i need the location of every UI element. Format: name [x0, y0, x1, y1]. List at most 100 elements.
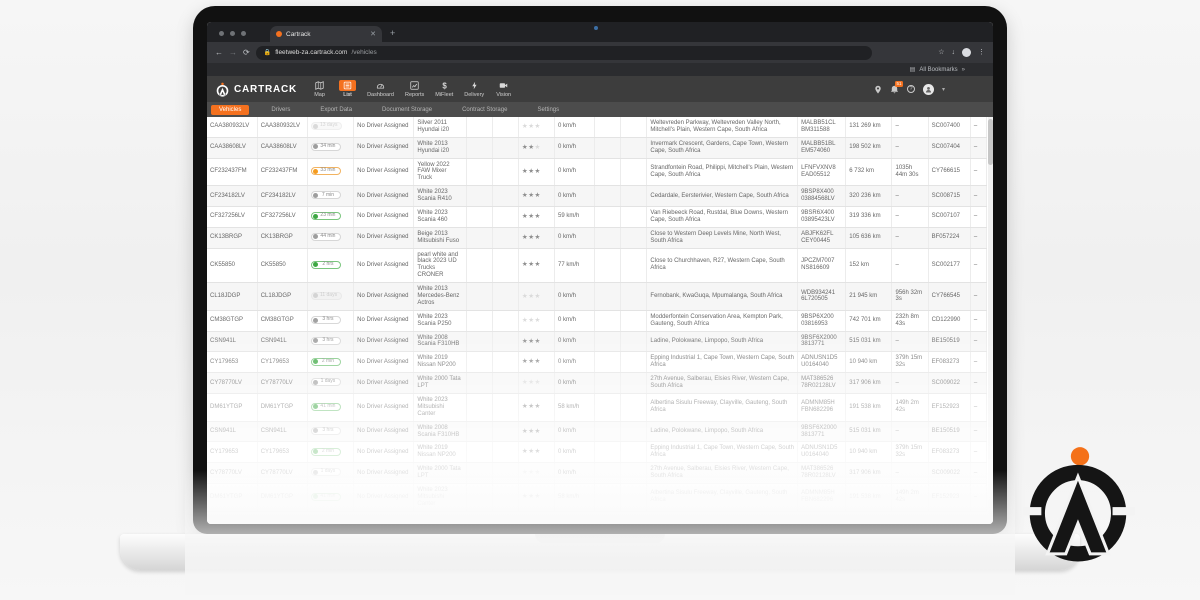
nav-item-map[interactable]: Map	[311, 80, 328, 98]
status-pill[interactable]: 34 min	[310, 142, 341, 151]
table-row[interactable]: CSN941L CSN941L 3 hrs No Driver Assigned…	[207, 331, 988, 353]
cell-speed: 0 km/h	[554, 227, 596, 249]
status-pill[interactable]: 41 min	[310, 492, 341, 501]
browser-tab[interactable]: Cartrack ✕	[270, 26, 382, 42]
table-row[interactable]: CY179653 CY179653 2 min No Driver Assign…	[207, 351, 988, 374]
back-icon[interactable]: ←	[215, 48, 223, 57]
cell-odometer: 198 502 km	[845, 137, 893, 159]
subnav-item-vehicles[interactable]: Vehicles	[211, 104, 250, 115]
cartrack-brand[interactable]: CARTRACK	[215, 82, 297, 97]
subnav-item-export-data[interactable]: Export Data	[312, 105, 360, 115]
new-tab-button[interactable]: +	[390, 29, 395, 38]
cell-empty	[492, 331, 519, 353]
status-pill[interactable]: 33 min	[310, 167, 341, 176]
table-row[interactable]: CF234182LV CF234182LV 7 min No Driver As…	[207, 185, 988, 208]
cell-vin: 9BSF6X2000 3813771	[797, 331, 847, 353]
table-row[interactable]: CY179653 CY179653 2 min No Driver Assign…	[207, 441, 988, 464]
cell-rating[interactable]: ★★★	[518, 137, 556, 159]
cell-rating[interactable]: ★★★	[518, 310, 556, 332]
subnav-item-settings[interactable]: Settings	[529, 105, 567, 115]
cell-rating[interactable]: ★★★	[518, 331, 556, 353]
status-pill[interactable]: 1 days	[310, 378, 341, 387]
tab-title: Cartrack	[286, 30, 311, 38]
nav-item-list[interactable]: List	[339, 80, 357, 98]
cell-rating[interactable]: ★★★	[518, 227, 556, 249]
table-row[interactable]: CL18JDGP CL18JDGP 11 days No Driver Assi…	[207, 282, 988, 311]
subnav-item-document-storage[interactable]: Document Storage	[374, 105, 440, 115]
table-row[interactable]: CY78770LV CY78770LV 1 days No Driver Ass…	[207, 372, 988, 394]
cell-extra: –	[970, 227, 988, 249]
cell-rating[interactable]: ★★★	[518, 282, 556, 311]
status-pill[interactable]: 41 min	[310, 402, 341, 411]
status-pill[interactable]: 1 days	[310, 468, 341, 477]
subnav-item-contract-storage[interactable]: Contract Storage	[454, 105, 515, 115]
download-icon[interactable]: ↓	[952, 49, 956, 56]
window-close-icon[interactable]	[219, 31, 224, 36]
table-row[interactable]: DM61YTGP DM61YTGP 41 min No Driver Assig…	[207, 483, 988, 512]
status-pill[interactable]: 3 hrs	[310, 426, 341, 435]
refresh-icon[interactable]: ⟳	[243, 48, 250, 57]
cell-rating[interactable]: ★★★	[518, 462, 556, 484]
star-icon: ★	[534, 469, 541, 477]
table-row[interactable]: CAA38608LV CAA38608LV 34 min No Driver A…	[207, 137, 988, 159]
cell-driver: No Driver Assigned	[353, 185, 415, 208]
cell-rating[interactable]: ★★★	[518, 185, 556, 208]
status-pill[interactable]: 2 min	[310, 447, 341, 456]
location-pin-icon[interactable]	[874, 85, 882, 94]
cell-rating[interactable]: ★★★	[518, 372, 556, 394]
table-row[interactable]: CM38GTGP CM38GTGP 3 hrs No Driver Assign…	[207, 310, 988, 332]
nav-item-vision[interactable]: Vision	[495, 80, 512, 98]
cell-rating[interactable]: ★★★	[518, 421, 556, 443]
cell-rating[interactable]: ★★★	[518, 483, 556, 512]
window-controls[interactable]	[219, 31, 246, 36]
nav-item-delivery[interactable]: Delivery	[464, 80, 484, 98]
bookmark-star-icon[interactable]: ☆	[938, 49, 944, 56]
table-row[interactable]: CF232437FM CF232437FM 33 min No Driver A…	[207, 158, 988, 187]
scrollbar-thumb[interactable]	[988, 119, 993, 165]
status-pill[interactable]: 11 days	[310, 291, 343, 300]
table-scrollbar[interactable]	[988, 117, 993, 524]
window-maximize-icon[interactable]	[241, 31, 246, 36]
status-pill[interactable]: 23 min	[310, 212, 341, 221]
table-row[interactable]: DM61YTGP DM61YTGP 41 min No Driver Assig…	[207, 393, 988, 422]
nav-item-mifleet[interactable]: $ MiFleet	[435, 80, 453, 98]
url-host: fleetweb-za.cartrack.com	[275, 49, 348, 56]
status-pill[interactable]: 3 hrs	[310, 316, 341, 324]
cell-rating[interactable]: ★★★	[518, 248, 556, 284]
cell-rating[interactable]: ★★★	[518, 158, 556, 187]
user-avatar[interactable]	[922, 83, 934, 95]
subnav-item-drivers[interactable]: Drivers	[263, 105, 298, 115]
help-icon[interactable]: ?	[906, 85, 915, 93]
table-row[interactable]: CAA380932LV CAA380932LV 13 days No Drive…	[207, 117, 988, 138]
tab-close-icon[interactable]: ✕	[370, 31, 376, 38]
nav-item-reports[interactable]: Reports	[405, 80, 424, 98]
status-pill[interactable]: 13 days	[310, 122, 343, 131]
table-row[interactable]: CF327256LV CF327256LV 23 min No Driver A…	[207, 206, 988, 228]
cell-rating[interactable]: ★★★	[518, 393, 556, 422]
status-pill[interactable]: 2 hrs	[310, 260, 341, 269]
table-row[interactable]: CSN941L CSN941L 3 hrs No Driver Assigned…	[207, 421, 988, 443]
forward-icon[interactable]: →	[229, 48, 237, 57]
cell-rating[interactable]: ★★★	[518, 441, 556, 464]
browser-menu-icon[interactable]: ⋮	[978, 49, 985, 56]
browser-profile-avatar[interactable]	[962, 48, 971, 57]
window-minimize-icon[interactable]	[230, 31, 235, 36]
table-row[interactable]: CK55850 CK55850 2 hrs No Driver Assigned…	[207, 248, 988, 284]
cell-rating[interactable]: ★★★	[518, 117, 556, 138]
cell-rating[interactable]: ★★★	[518, 206, 556, 228]
cell-location: 27th Avenue, Salberau, Elsies River, Wes…	[646, 372, 799, 394]
status-pill[interactable]: 2 min	[310, 357, 341, 366]
cell-engine-hours: 149h 2m 42s	[891, 393, 929, 422]
bookmarks-chevron-icon[interactable]: »	[962, 67, 965, 73]
table-row[interactable]: CY78770LV CY78770LV 1 days No Driver Ass…	[207, 462, 988, 484]
url-bar[interactable]: 🔒 fleetweb-za.cartrack.com/vehicles	[255, 45, 872, 60]
all-bookmarks-label[interactable]: All Bookmarks	[919, 67, 957, 73]
chevron-down-icon[interactable]: ▾	[942, 86, 945, 93]
cell-rating[interactable]: ★★★	[518, 351, 556, 374]
status-pill[interactable]: 3 hrs	[310, 336, 341, 345]
table-row[interactable]: CK13BRGP CK13BRGP 44 min No Driver Assig…	[207, 227, 988, 249]
status-pill[interactable]: 7 min	[310, 191, 341, 200]
status-pill[interactable]: 44 min	[310, 232, 341, 241]
notifications-bell-icon[interactable]: 51	[890, 80, 903, 94]
nav-item-dashboard[interactable]: Dashboard	[367, 80, 394, 98]
